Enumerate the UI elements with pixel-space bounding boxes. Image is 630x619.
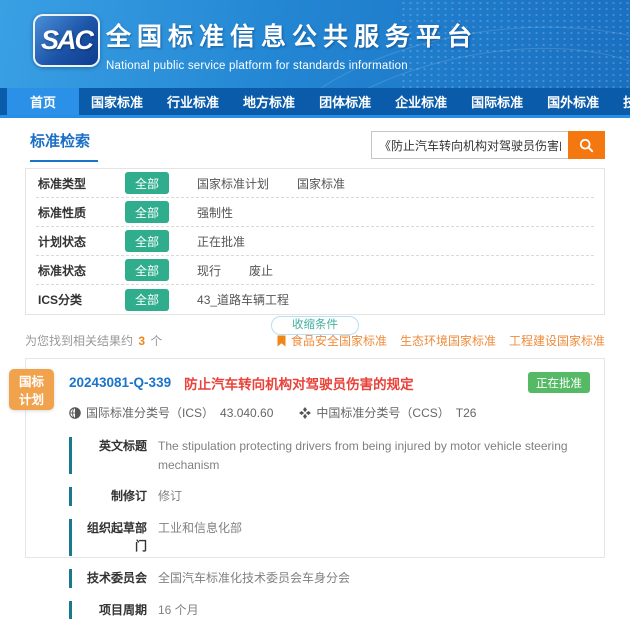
quick-link-ecology[interactable]: 生态环境国家标准 [400, 332, 496, 349]
ics-value: 43.040.60 [220, 406, 273, 420]
detail-list: 英文标题 The stipulation protecting drivers … [69, 437, 590, 619]
detail-value: 修订 [158, 487, 182, 506]
search-button[interactable] [568, 131, 605, 159]
detail-label: 项目周期 [77, 601, 147, 619]
nav-item-technical-committee[interactable]: 技术委员会 [611, 88, 630, 115]
classification-row: 国际标准分类号（ICS） 43.040.60 中国标准分类号（CCS） T26 [69, 404, 590, 421]
filter-row-standard-nature: 标准性质 全部 强制性 [36, 198, 594, 227]
card-title-row: 20243081-Q-339 防止汽车转向机构对驾驶员伤害的规定 正在批准 [69, 372, 590, 393]
detail-value: 工业和信息化部 [158, 519, 242, 556]
type-badge-line1: 国标 [9, 373, 54, 391]
main-nav: 首页 国家标准 行业标准 地方标准 团体标准 企业标准 国际标准 国外标准 技术… [0, 88, 630, 118]
sac-logo[interactable]: SAC [33, 14, 100, 67]
filter-option-all[interactable]: 全部 [125, 201, 169, 223]
standard-number-link[interactable]: 20243081-Q-339 [69, 375, 171, 390]
filter-option[interactable]: 强制性 [197, 204, 233, 221]
nav-item-local-standards[interactable]: 地方标准 [231, 88, 307, 115]
filter-option[interactable]: 现行 [197, 262, 221, 279]
detail-row-drafting-department: 组织起草部门 工业和信息化部 [69, 519, 590, 556]
result-count-number: 3 [136, 334, 147, 348]
standard-type-badge: 国标 计划 [9, 369, 54, 410]
detail-marker-bar [69, 519, 72, 556]
filter-row-standard-status: 标准状态 全部 现行 废止 [36, 256, 594, 285]
detail-value: The stipulation protecting drivers from … [158, 437, 590, 474]
search-input[interactable] [371, 131, 568, 159]
filter-option-all[interactable]: 全部 [125, 289, 169, 311]
detail-marker-bar [69, 437, 72, 474]
filter-row-standard-type: 标准类型 全部 国家标准计划 国家标准 [36, 169, 594, 198]
filter-label: 标准状态 [38, 262, 100, 279]
filter-option[interactable]: 国家标准 [297, 175, 345, 192]
collapse-conditions-button[interactable]: 收缩条件 [271, 316, 359, 335]
nav-item-enterprise-standards[interactable]: 企业标准 [383, 88, 459, 115]
filter-panel: 标准类型 全部 国家标准计划 国家标准 标准性质 全部 强制性 计划状态 全部 … [25, 168, 605, 315]
bookmark-icon [277, 335, 286, 347]
result-count-suffix: 个 [150, 334, 162, 348]
filter-option[interactable]: 国家标准计划 [197, 175, 269, 192]
result-count: 为您找到相关结果约 3 个 [25, 332, 162, 349]
magnifier-icon [579, 138, 594, 153]
detail-marker-bar [69, 487, 72, 506]
filter-label: 标准类型 [38, 175, 100, 192]
page-title: 标准检索 [30, 130, 98, 162]
search-box [371, 131, 605, 159]
status-badge: 正在批准 [528, 372, 590, 393]
detail-value: 16 个月 [158, 601, 199, 619]
sac-logo-text: SAC [41, 25, 92, 56]
nav-item-foreign-standards[interactable]: 国外标准 [535, 88, 611, 115]
ics-label: 国际标准分类号（ICS） [86, 404, 214, 421]
result-count-prefix: 为您找到相关结果约 [25, 334, 133, 348]
ccs-value: T26 [456, 406, 477, 420]
standard-title-link[interactable]: 防止汽车转向机构对驾驶员伤害的规定 [184, 373, 414, 393]
detail-label: 英文标题 [77, 437, 147, 474]
filter-option[interactable]: 43_道路车辆工程 [197, 291, 289, 308]
site-title: 全国标准信息公共服务平台 [106, 17, 478, 53]
detail-row-technical-committee: 技术委员会 全国汽车标准化技术委员会车身分会 [69, 569, 590, 588]
nav-item-industry-standards[interactable]: 行业标准 [155, 88, 231, 115]
detail-row-english-title: 英文标题 The stipulation protecting drivers … [69, 437, 590, 474]
detail-row-project-period: 项目周期 16 个月 [69, 601, 590, 619]
ccs-label: 中国标准分类号（CCS） [316, 404, 449, 421]
detail-label: 制修订 [77, 487, 147, 506]
detail-label: 技术委员会 [77, 569, 147, 588]
search-section: 标准检索 [0, 118, 630, 162]
nav-item-home[interactable]: 首页 [7, 88, 79, 115]
filter-option-all[interactable]: 全部 [125, 259, 169, 281]
result-card: 国标 计划 20243081-Q-339 防止汽车转向机构对驾驶员伤害的规定 正… [25, 358, 605, 558]
detail-label: 组织起草部门 [77, 519, 147, 556]
detail-marker-bar [69, 601, 72, 619]
header-titles: 全国标准信息公共服务平台 National public service pla… [106, 17, 478, 72]
site-header: SAC 全国标准信息公共服务平台 National public service… [0, 0, 630, 88]
nav-item-international-standards[interactable]: 国际标准 [459, 88, 535, 115]
globe-icon [69, 407, 81, 419]
site-subtitle: National public service platform for sta… [106, 60, 478, 72]
filter-option[interactable]: 正在批准 [197, 233, 245, 250]
detail-marker-bar [69, 569, 72, 588]
nav-item-national-standards[interactable]: 国家标准 [79, 88, 155, 115]
type-badge-line2: 计划 [9, 391, 54, 409]
diamond-cluster-icon [299, 407, 311, 419]
filter-option-all[interactable]: 全部 [125, 172, 169, 194]
nav-item-group-standards[interactable]: 团体标准 [307, 88, 383, 115]
filter-row-plan-status: 计划状态 全部 正在批准 [36, 227, 594, 256]
filter-option[interactable]: 废止 [249, 262, 273, 279]
detail-row-revision-type: 制修订 修订 [69, 487, 590, 506]
filter-row-ics-classification: ICS分类 全部 43_道路车辆工程 [36, 285, 594, 314]
collapse-pill-wrap: 收缩条件 [0, 315, 630, 325]
detail-value: 全国汽车标准化技术委员会车身分会 [158, 569, 350, 588]
filter-label: 标准性质 [38, 204, 100, 221]
filter-label: ICS分类 [38, 291, 100, 308]
filter-option-all[interactable]: 全部 [125, 230, 169, 252]
filter-label: 计划状态 [38, 233, 100, 250]
quick-link-engineering[interactable]: 工程建设国家标准 [509, 332, 605, 349]
